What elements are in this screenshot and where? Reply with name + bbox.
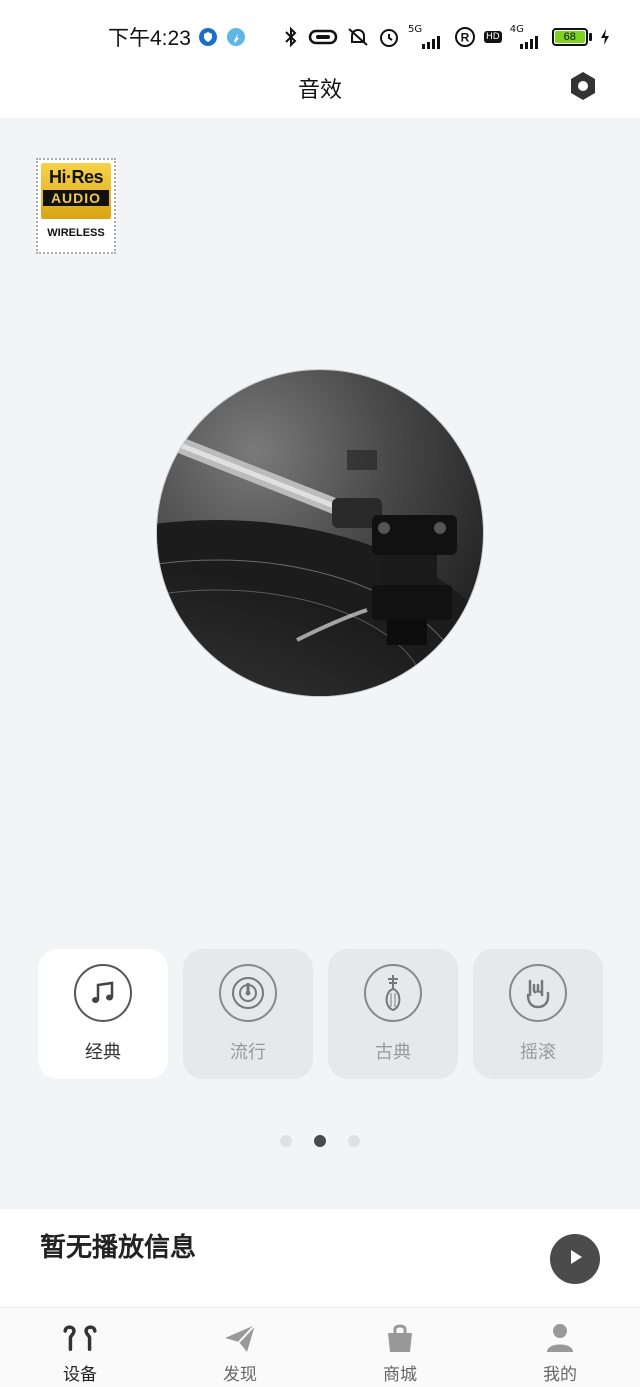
tab-store[interactable]: 商城 (320, 1308, 480, 1387)
tab-label: 设备 (63, 1365, 97, 1385)
hires-brand: Hi·Res (48, 167, 104, 187)
tab-profile[interactable]: 我的 (480, 1308, 640, 1387)
paper-plane-icon (220, 1320, 260, 1356)
page-dot-active[interactable] (314, 1135, 326, 1147)
page-dot[interactable] (348, 1135, 360, 1147)
page-indicator (280, 1135, 360, 1147)
music-note-icon (74, 964, 132, 1022)
mode-label: 流行 (230, 1042, 266, 1063)
play-button[interactable] (550, 1234, 600, 1284)
shield-icon (198, 25, 218, 49)
header: 音效 (0, 62, 640, 118)
shopping-bag-icon (380, 1320, 420, 1356)
status-bar: 下午4:23 5G R HD 4G 68 (0, 0, 640, 70)
tab-label: 发现 (223, 1365, 257, 1385)
disc-icon (219, 964, 277, 1022)
hd-label: HD (484, 31, 502, 43)
now-playing-text: 暂无播放信息 (40, 1233, 197, 1263)
status-time: 下午4:23 (108, 27, 191, 50)
battery-level: 68 (554, 31, 585, 43)
hires-wireless-label: WIRELESS (47, 227, 105, 239)
hires-audio-logo: Hi·Res AUDIO WIRELESS (36, 158, 116, 254)
tab-label: 我的 (543, 1365, 577, 1385)
charging-icon (600, 25, 610, 49)
network-5g-label: 5G (408, 24, 423, 35)
bottom-tab-bar: 设备 发现 商城 我的 (0, 1307, 640, 1387)
link-icon (308, 25, 338, 49)
hd-icon: HD (484, 25, 502, 49)
tab-devices[interactable]: 设备 (0, 1308, 160, 1387)
mini-player: 暂无播放信息 (0, 1209, 640, 1307)
tab-label: 商城 (383, 1365, 417, 1385)
battery-icon: 68 (551, 28, 592, 46)
mode-label: 古典 (375, 1042, 411, 1063)
person-icon (540, 1320, 580, 1356)
turntable-image (157, 370, 483, 696)
mode-card-classical[interactable]: 古典 (328, 949, 458, 1079)
bluetooth-icon (282, 25, 300, 49)
earbuds-icon (60, 1320, 100, 1356)
registered-icon: R (454, 25, 476, 49)
mode-card-pop[interactable]: 流行 (183, 949, 313, 1079)
settings-button[interactable] (563, 68, 603, 108)
mode-label: 经典 (85, 1042, 121, 1063)
hires-audio-label: AUDIO (43, 190, 109, 206)
signal-5g-icon: 5G (408, 25, 446, 49)
hexagon-settings-icon (567, 70, 599, 106)
signal-4g-icon: 4G (510, 25, 544, 49)
mute-icon (346, 25, 370, 49)
tab-discover[interactable]: 发现 (160, 1308, 320, 1387)
page-dot[interactable] (280, 1135, 292, 1147)
sound-mode-list: 经典 流行 古典 摇滚 (38, 949, 603, 1079)
status-icons: 5G R HD 4G 68 (198, 22, 610, 52)
page-title: 音效 (297, 78, 342, 103)
alarm-icon (378, 25, 400, 49)
mode-card-rock[interactable]: 摇滚 (473, 949, 603, 1079)
svg-text:R: R (461, 31, 470, 45)
network-4g-label: 4G (509, 24, 524, 35)
mode-card-classic[interactable]: 经典 (38, 949, 168, 1079)
app-notification-icon (226, 25, 246, 49)
pipa-icon (364, 964, 422, 1022)
rock-hand-icon (509, 964, 567, 1022)
mode-label: 摇滚 (520, 1042, 556, 1063)
play-icon (565, 1247, 585, 1271)
